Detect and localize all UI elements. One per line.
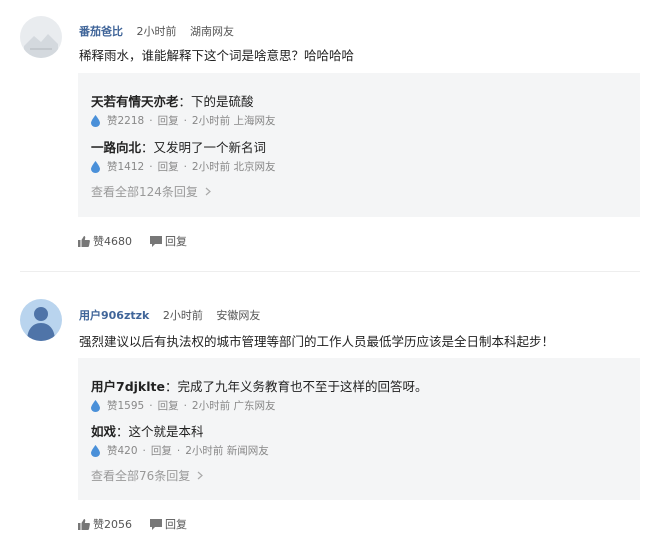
thumb-up-icon — [78, 235, 90, 247]
reply-meta: 赞2218 · 回复 · 2小时前 上海网友 — [91, 113, 275, 128]
reply-time: 2小时前 — [191, 115, 231, 127]
user-silhouette-icon — [20, 299, 62, 341]
like-button[interactable]: 赞4680 — [78, 233, 132, 249]
avatar[interactable] — [20, 299, 62, 341]
reply-button[interactable]: 回复 — [158, 113, 179, 128]
separator-dot: · — [183, 160, 187, 173]
reply-location: 北京网友 — [233, 161, 276, 173]
like-count: 赞4680 — [93, 235, 132, 248]
reply-likes[interactable]: 赞2218 — [107, 113, 144, 128]
reply-text: 一路向北：又发明了一个新名词 — [91, 137, 266, 156]
chevron-right-icon — [197, 471, 204, 480]
comment-bubble-icon — [150, 518, 162, 530]
reply-time: 2小时前 — [191, 400, 231, 412]
reply-label: 回复 — [165, 518, 187, 531]
reply-text: 天若有情天亦老：下的是硫酸 — [91, 91, 254, 110]
reply-button[interactable]: 回复 — [151, 443, 172, 458]
reply-comment-button[interactable]: 回复 — [150, 516, 187, 532]
comment-actions: 赞2056 回复 — [78, 516, 205, 532]
water-drop-icon[interactable] — [91, 399, 100, 412]
reply-likes[interactable]: 赞1412 — [107, 159, 144, 174]
thumb-up-icon — [78, 518, 90, 530]
comment-text: 稀释雨水，谁能解释下这个词是啥意思？哈哈哈哈 — [79, 48, 355, 63]
separator-dot: · — [149, 399, 153, 412]
reply-location: 上海网友 — [233, 115, 276, 127]
water-drop-icon[interactable] — [91, 114, 100, 127]
reply-meta: 赞420 · 回复 · 2小时前 新闻网友 — [91, 443, 269, 458]
comment-text: 强烈建议以后有执法权的城市管理等部门的工作人员最低学历应该是全日制本科起步！ — [79, 334, 555, 349]
reply-time: 2小时前 — [185, 445, 224, 457]
reply-likes[interactable]: 赞420 — [107, 443, 138, 458]
reply-content: ：下的是硫酸 — [178, 94, 254, 109]
comment-time: 2小时前 — [136, 25, 177, 38]
comment-meta: 用户906ztzk 2小时前 安徽网友 — [79, 307, 260, 323]
landscape-avatar-icon — [20, 16, 62, 58]
reply-comment-button[interactable]: 回复 — [150, 233, 187, 249]
reply-text: 用户7djklte：完成了九年义务教育也不至于这样的回答呀。 — [91, 376, 428, 395]
reply-username[interactable]: 天若有情天亦老 — [91, 94, 179, 109]
view-all-replies-link[interactable]: 查看全部76条回复 — [91, 467, 204, 484]
username[interactable]: 用户906ztzk — [79, 309, 149, 322]
comment-location: 湖南网友 — [190, 25, 234, 38]
comment-location: 安徽网友 — [216, 309, 261, 322]
chevron-right-icon — [205, 187, 211, 196]
comment-bubble-icon — [150, 235, 162, 247]
like-button[interactable]: 赞2056 — [78, 516, 132, 532]
reply-time: 2小时前 — [191, 161, 231, 173]
reply-box: 用户7djklte：完成了九年义务教育也不至于这样的回答呀。 赞1595 · 回… — [78, 358, 640, 500]
comment-actions: 赞4680 回复 — [78, 233, 205, 249]
reply-location: 新闻网友 — [226, 445, 269, 457]
reply-username[interactable]: 如戏 — [91, 424, 116, 439]
reply-content: ：完成了九年义务教育也不至于这样的回答呀。 — [164, 379, 428, 394]
separator-dot: · — [183, 114, 187, 127]
reply-content: ：这个就是本科 — [116, 424, 204, 439]
reply-likes[interactable]: 赞1595 — [107, 398, 144, 413]
separator-dot: · — [149, 160, 153, 173]
reply-username[interactable]: 一路向北 — [91, 140, 141, 155]
comment-meta: 番茄爸比 2小时前 湖南网友 — [79, 23, 234, 39]
separator-dot: · — [149, 114, 153, 127]
reply-content: ：又发明了一个新名词 — [141, 140, 267, 155]
separator-dot: · — [142, 444, 146, 457]
water-drop-icon[interactable] — [91, 444, 100, 457]
reply-meta: 赞1595 · 回复 · 2小时前 广东网友 — [91, 398, 275, 413]
separator-dot: · — [176, 444, 181, 457]
reply-button[interactable]: 回复 — [158, 159, 179, 174]
reply-box: 天若有情天亦老：下的是硫酸 赞2218 · 回复 · 2小时前 上海网友 一路向… — [78, 73, 640, 217]
view-all-replies-link[interactable]: 查看全部124条回复 — [91, 183, 211, 200]
like-count: 赞2056 — [93, 518, 132, 531]
reply-text: 如戏：这个就是本科 — [91, 421, 204, 440]
reply-button[interactable]: 回复 — [158, 398, 179, 413]
view-all-label: 查看全部76条回复 — [91, 469, 191, 483]
water-drop-icon[interactable] — [91, 160, 100, 173]
reply-username[interactable]: 用户7djklte — [91, 379, 165, 394]
avatar[interactable] — [20, 16, 62, 58]
reply-meta: 赞1412 · 回复 · 2小时前 北京网友 — [91, 159, 275, 174]
reply-location: 广东网友 — [233, 400, 276, 412]
comment-time: 2小时前 — [162, 309, 203, 322]
reply-label: 回复 — [165, 235, 187, 248]
username[interactable]: 番茄爸比 — [79, 25, 123, 38]
divider — [20, 271, 640, 272]
view-all-label: 查看全部124条回复 — [91, 185, 198, 199]
separator-dot: · — [183, 399, 187, 412]
